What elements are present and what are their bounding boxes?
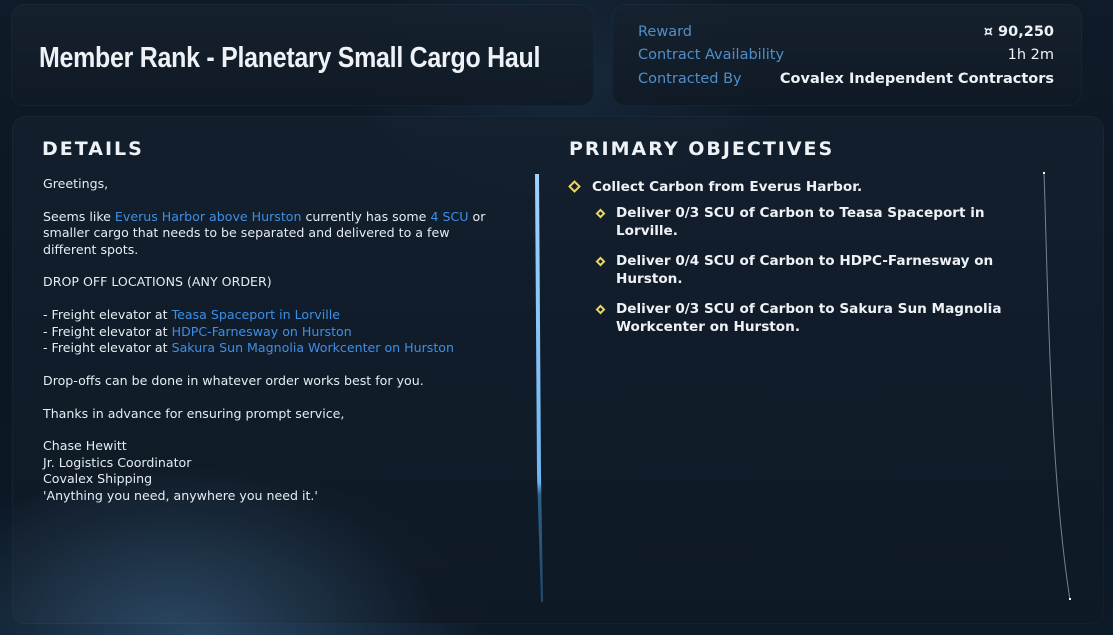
dropoff-item: - Freight elevator at Sakura Sun Magnoli…	[43, 340, 493, 356]
availability-value: 1h 2m	[1007, 47, 1054, 63]
reward-row: Reward ¤ 90,250	[638, 24, 1054, 40]
signature-company: Covalex Shipping	[43, 471, 153, 487]
objective-sub-text: Deliver 0/3 SCU of Carbon to Sakura Sun …	[616, 301, 1002, 335]
dropoff-heading: DROP OFF LOCATIONS (ANY ORDER)	[43, 274, 272, 290]
objective-sub-text: Deliver 0/4 SCU of Carbon to HDPC-Farnes…	[616, 253, 994, 287]
objective-main-text: Collect Carbon from Everus Harbor.	[592, 179, 863, 195]
intro-location-link[interactable]: Everus Harbor above Hurston	[115, 209, 302, 224]
intro-text-1: Seems like	[43, 208, 115, 224]
dropoff-link-teasa[interactable]: Teasa Spaceport in Lorville	[172, 307, 340, 322]
objective-diamond-icon	[595, 304, 606, 315]
objective-sub: Deliver 0/3 SCU of Carbon to Sakura Sun …	[568, 300, 1028, 336]
thanks-line: Thanks in advance for ensuring prompt se…	[43, 405, 345, 421]
details-body[interactable]: Greetings, Seems like Everus Harbor abov…	[43, 176, 493, 504]
signature-name: Chase Hewitt	[43, 438, 127, 454]
dropoff-prefix: - Freight elevator at	[43, 323, 172, 339]
availability-row: Contract Availability 1h 2m	[638, 47, 1054, 63]
contract-screen: Member Rank - Planetary Small Cargo Haul…	[0, 0, 1113, 635]
contracted-by-value: Covalex Independent Contractors	[779, 71, 1054, 87]
dropoff-link-sakura[interactable]: Sakura Sun Magnolia Workcenter on Hursto…	[172, 340, 454, 355]
details-intro: Seems like Everus Harbor above Hurston c…	[43, 209, 493, 258]
signature-role: Jr. Logistics Coordinator	[43, 454, 192, 470]
reward-label: Reward	[638, 24, 692, 40]
objectives-list: Collect Carbon from Everus Harbor. Deliv…	[568, 178, 1028, 348]
objective-sub: Deliver 0/3 SCU of Carbon to Teasa Space…	[568, 204, 1028, 240]
dropoff-link-hdpc[interactable]: HDPC-Farnesway on Hurston	[172, 324, 352, 339]
reward-value: ¤ 90,250	[983, 24, 1054, 40]
contract-details-panel: DETAILS Greetings, Seems like Everus Har…	[12, 116, 1104, 624]
contracted-by-row: Contracted By Covalex Independent Contra…	[638, 71, 1054, 87]
objective-diamond-icon	[568, 180, 581, 193]
objective-sub: Deliver 0/4 SCU of Carbon to HDPC-Farnes…	[568, 252, 1028, 288]
details-scrollbar[interactable]	[534, 174, 544, 602]
dropoff-item: - Freight elevator at Teasa Spaceport in…	[43, 307, 493, 323]
signature-motto: 'Anything you need, anywhere you need it…	[43, 487, 318, 503]
order-note: Drop-offs can be done in whatever order …	[43, 372, 424, 388]
availability-label: Contract Availability	[638, 47, 785, 63]
contract-summary-panel: Reward ¤ 90,250 Contract Availability 1h…	[612, 4, 1082, 106]
details-greeting: Greetings,	[43, 176, 109, 191]
details-heading: DETAILS	[42, 138, 144, 160]
objective-sub-text: Deliver 0/3 SCU of Carbon to Teasa Space…	[616, 205, 985, 239]
dropoff-prefix: - Freight elevator at	[43, 340, 172, 356]
objectives-scrollbar[interactable]	[1040, 172, 1074, 602]
contracted-by-label: Contracted By	[638, 71, 742, 87]
dropoff-prefix: - Freight elevator at	[43, 307, 172, 323]
objective-diamond-icon	[595, 208, 606, 219]
objective-main: Collect Carbon from Everus Harbor.	[568, 178, 1028, 196]
contract-title-panel: Member Rank - Planetary Small Cargo Haul	[11, 4, 594, 106]
objectives-heading: PRIMARY OBJECTIVES	[569, 138, 835, 160]
contract-title: Member Rank - Planetary Small Cargo Haul	[39, 42, 541, 74]
objective-diamond-icon	[595, 256, 606, 267]
intro-text-2: currently has some	[301, 208, 431, 224]
intro-amount-link[interactable]: 4 SCU	[430, 209, 468, 224]
dropoff-item: - Freight elevator at HDPC-Farnesway on …	[43, 324, 493, 340]
